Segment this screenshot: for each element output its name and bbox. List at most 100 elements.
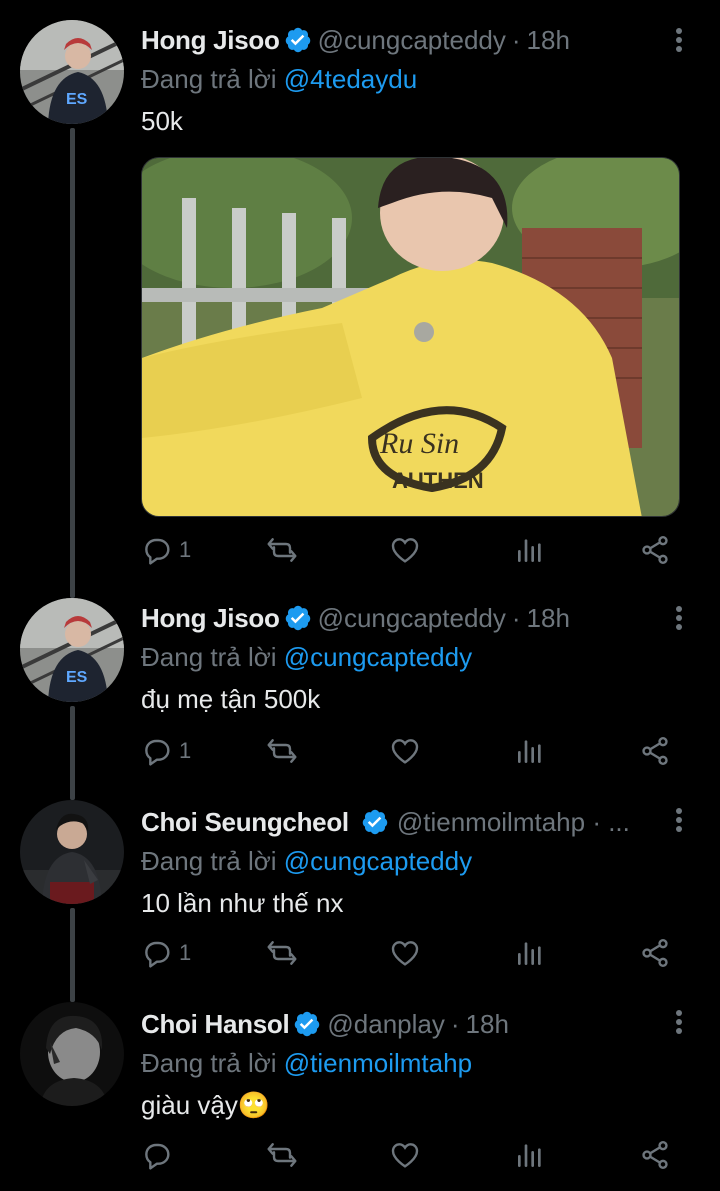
tweet-actions: 1 [141, 933, 681, 973]
retweet-button[interactable] [266, 933, 298, 973]
display-name[interactable]: Hong Jisoo [141, 603, 280, 634]
analytics-button[interactable] [514, 530, 546, 570]
retweet-icon [267, 739, 297, 763]
reply-icon [145, 538, 170, 565]
tweet-text: 50k [141, 106, 183, 136]
replying-to-label: Đang trả lời [141, 642, 284, 672]
analytics-button[interactable] [514, 731, 546, 771]
reply-mention-link[interactable]: @4tedaydu [284, 64, 417, 94]
tweet-media-image[interactable]: Ru Sin AUTHEN [141, 157, 680, 517]
more-vertical-icon[interactable] [668, 804, 690, 836]
timestamp[interactable]: 18h [466, 1009, 509, 1040]
more-vertical-icon[interactable] [668, 24, 690, 56]
reply-icon [145, 739, 170, 766]
reply-count: 1 [179, 537, 192, 562]
tweet-header: Hong Jisoo @cungcapteddy · 18h [141, 598, 700, 638]
more-vertical-icon[interactable] [668, 1006, 690, 1038]
tweet-actions: 1 [141, 731, 681, 771]
thread-line [70, 908, 75, 1002]
heart-icon [391, 941, 419, 966]
heart-icon [391, 1143, 419, 1168]
heart-icon [391, 538, 419, 563]
reply-mention-link[interactable]: @tienmoilmtahp [284, 1048, 472, 1078]
share-button[interactable] [639, 530, 671, 570]
avatar[interactable]: ES [20, 20, 124, 124]
retweet-button[interactable] [266, 731, 298, 771]
display-name[interactable]: Choi Seungcheol [141, 807, 349, 838]
retweet-icon [267, 538, 297, 562]
reply-icon [145, 941, 170, 968]
timestamp[interactable]: 18h [527, 603, 570, 634]
heart-icon [391, 739, 419, 764]
tweet-header: Hong Jisoo @cungcapteddy · 18h [141, 20, 700, 60]
display-name[interactable]: Hong Jisoo [141, 25, 280, 56]
replying-to: Đang trả lời @cungcapteddy [141, 640, 700, 674]
tweet-text: giàu vậy🙄 [141, 1090, 271, 1120]
tweet-actions: 1 [141, 530, 681, 570]
display-name[interactable]: Choi Hansol [141, 1009, 290, 1040]
replying-to-label: Đang trả lời [141, 846, 284, 876]
separator: · [511, 24, 521, 55]
analytics-icon [518, 1144, 541, 1167]
separator: · [450, 1008, 460, 1039]
reply-button[interactable]: 1 [141, 530, 191, 570]
reply-button[interactable] [141, 1135, 179, 1175]
reply-icon [145, 1143, 170, 1170]
user-handle[interactable]: @cungcapteddy [318, 603, 506, 634]
avatar[interactable]: ES [20, 598, 124, 702]
share-button[interactable] [639, 1135, 671, 1175]
verified-badge-icon [285, 27, 310, 53]
timestamp[interactable]: 18h [527, 25, 570, 56]
analytics-icon [518, 740, 541, 763]
svg-text:ES: ES [66, 669, 88, 686]
verified-badge-icon [285, 605, 310, 631]
thread-line [70, 706, 75, 800]
replying-to-label: Đang trả lời [141, 1048, 284, 1078]
share-icon [642, 1141, 668, 1169]
replying-to: Đang trả lời @4tedaydu [141, 62, 700, 96]
svg-text:AUTHEN: AUTHEN [392, 468, 484, 493]
analytics-icon [518, 539, 541, 562]
tweet-text: 10 lần như thế nx [141, 888, 344, 918]
share-icon [642, 536, 668, 564]
retweet-icon [267, 941, 297, 965]
share-icon [642, 939, 668, 967]
svg-text:Ru Sin: Ru Sin [379, 427, 459, 460]
reply-count: 1 [179, 738, 192, 763]
tweet-actions [141, 1135, 681, 1175]
tweet-header: Choi Hansol @danplay · 18h [141, 1004, 700, 1044]
like-button[interactable] [389, 1135, 421, 1175]
tweet-header: Choi Seungcheol @tienmoilmtahp · ... [141, 802, 700, 842]
verified-badge-icon [362, 809, 388, 835]
share-icon [642, 737, 668, 765]
avatar[interactable] [20, 800, 124, 904]
user-handle[interactable]: @cungcapteddy [318, 25, 506, 56]
retweet-button[interactable] [266, 530, 298, 570]
reply-mention-link[interactable]: @cungcapteddy [284, 642, 472, 672]
replying-to: Đang trả lời @cungcapteddy [141, 844, 700, 878]
reply-button[interactable]: 1 [141, 933, 191, 973]
share-button[interactable] [639, 731, 671, 771]
like-button[interactable] [389, 933, 421, 973]
reply-mention-link[interactable]: @cungcapteddy [284, 846, 472, 876]
like-button[interactable] [389, 530, 421, 570]
avatar[interactable] [20, 1002, 124, 1106]
replying-to: Đang trả lời @tienmoilmtahp [141, 1046, 700, 1080]
analytics-button[interactable] [514, 933, 546, 973]
retweet-button[interactable] [266, 1135, 298, 1175]
analytics-button[interactable] [514, 1135, 546, 1175]
user-handle[interactable]: @danplay [327, 1009, 444, 1040]
reply-button[interactable]: 1 [141, 731, 191, 771]
user-handle[interactable]: @tienmoilmtahp · ... [397, 807, 630, 838]
retweet-icon [267, 1143, 297, 1167]
more-vertical-icon[interactable] [668, 602, 690, 634]
separator: · [511, 602, 521, 633]
share-button[interactable] [639, 933, 671, 973]
reply-count: 1 [179, 940, 192, 965]
thread-line [70, 128, 75, 598]
svg-text:ES: ES [66, 91, 88, 108]
replying-to-label: Đang trả lời [141, 64, 284, 94]
verified-badge-icon [295, 1011, 320, 1037]
analytics-icon [518, 942, 541, 965]
like-button[interactable] [389, 731, 421, 771]
